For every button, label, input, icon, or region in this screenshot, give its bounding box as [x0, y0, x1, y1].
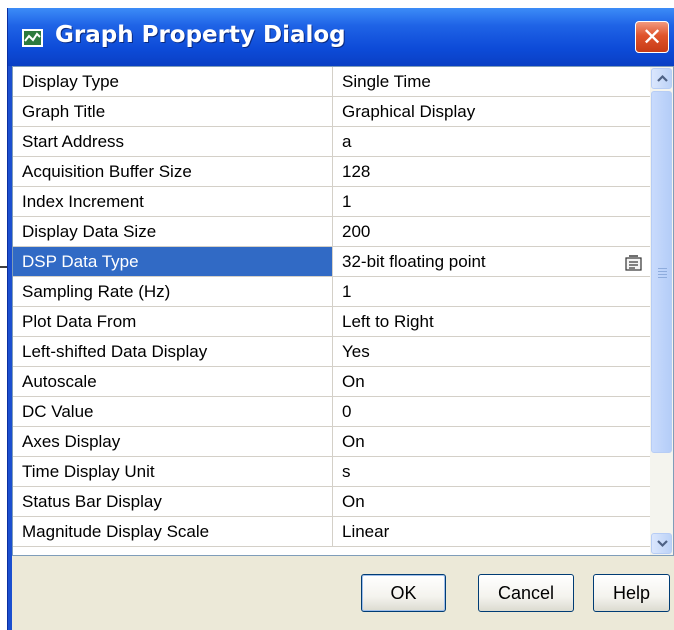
property-name[interactable]: DSP Data Type — [13, 247, 333, 276]
property-row[interactable]: Plot Data From Left to Right — [13, 307, 650, 337]
property-value[interactable]: 1 — [333, 277, 650, 306]
background-mark — [0, 266, 7, 268]
property-name[interactable]: Display Data Size — [13, 217, 333, 246]
property-row[interactable]: Start Address a — [13, 127, 650, 157]
property-row[interactable]: Left-shifted Data Display Yes — [13, 337, 650, 367]
property-value[interactable]: 1 — [333, 187, 650, 216]
property-grid: Display Type Single Time Graph Title Graphi… — [12, 66, 674, 556]
close-button[interactable]: ✕ — [635, 21, 669, 53]
property-name[interactable]: Acquisition Buffer Size — [13, 157, 333, 186]
property-name[interactable]: Axes Display — [13, 427, 333, 456]
property-row[interactable]: Sampling Rate (Hz) 1 — [13, 277, 650, 307]
property-name[interactable]: Sampling Rate (Hz) — [13, 277, 333, 306]
property-value[interactable]: Linear — [333, 517, 650, 546]
title-bar[interactable]: Graph Property Dialog ✕ — [8, 8, 674, 66]
close-icon: ✕ — [641, 23, 663, 51]
window-title: Graph Property Dialog — [55, 22, 346, 48]
property-value[interactable]: Left to Right — [333, 307, 650, 336]
property-value[interactable]: On — [333, 427, 650, 456]
property-row[interactable]: Time Display Unit s — [13, 457, 650, 487]
property-name[interactable]: Left-shifted Data Display — [13, 337, 333, 366]
property-value[interactable]: Yes — [333, 337, 650, 366]
cancel-button[interactable]: Cancel — [478, 574, 574, 612]
help-button[interactable]: Help — [593, 574, 670, 612]
graph-app-icon — [22, 29, 43, 47]
property-row[interactable]: Status Bar Display On — [13, 487, 650, 517]
property-list: Display Type Single Time Graph Title Graphi… — [13, 67, 650, 547]
property-value[interactable]: 32-bit floating point — [333, 247, 650, 276]
property-name[interactable]: DC Value — [13, 397, 333, 426]
property-value[interactable]: 200 — [333, 217, 650, 246]
property-name[interactable]: Index Increment — [13, 187, 333, 216]
scroll-up-button[interactable] — [651, 68, 672, 89]
graph-property-dialog: Graph Property Dialog ✕ Display Type Sing… — [7, 8, 674, 630]
property-value[interactable]: a — [333, 127, 650, 156]
scroll-down-button[interactable] — [651, 533, 672, 554]
property-row[interactable]: DSP Data Type 32-bit floating point — [13, 247, 650, 277]
property-name[interactable]: Graph Title — [13, 97, 333, 126]
property-row[interactable]: Display Type Single Time — [13, 67, 650, 97]
property-row[interactable]: Magnitude Display Scale Linear — [13, 517, 650, 547]
property-name[interactable]: Start Address — [13, 127, 333, 156]
property-value[interactable]: s — [333, 457, 650, 486]
property-name[interactable]: Autoscale — [13, 367, 333, 396]
property-row[interactable]: Graph Title Graphical Display — [13, 97, 650, 127]
vertical-scrollbar[interactable] — [650, 67, 673, 555]
scroll-thumb[interactable] — [651, 91, 672, 453]
property-name[interactable]: Magnitude Display Scale — [13, 517, 333, 546]
property-row[interactable]: Axes Display On — [13, 427, 650, 457]
property-value[interactable]: 0 — [333, 397, 650, 426]
property-row[interactable]: Index Increment 1 — [13, 187, 650, 217]
property-row[interactable]: Autoscale On — [13, 367, 650, 397]
property-value[interactable]: On — [333, 367, 650, 396]
property-name[interactable]: Time Display Unit — [13, 457, 333, 486]
property-row[interactable]: Display Data Size 200 — [13, 217, 650, 247]
dialog-client-area: Display Type Single Time Graph Title Graphi… — [12, 66, 674, 630]
property-name[interactable]: Display Type — [13, 67, 333, 96]
property-row[interactable]: Acquisition Buffer Size 128 — [13, 157, 650, 187]
property-value[interactable]: 128 — [333, 157, 650, 186]
property-value[interactable]: On — [333, 487, 650, 516]
property-name[interactable]: Plot Data From — [13, 307, 333, 336]
chevron-up-icon — [657, 74, 668, 82]
property-value[interactable]: Single Time — [333, 67, 650, 96]
chevron-down-icon — [657, 540, 668, 548]
property-name[interactable]: Status Bar Display — [13, 487, 333, 516]
dropdown-list-icon[interactable] — [624, 252, 644, 271]
property-value[interactable]: Graphical Display — [333, 97, 650, 126]
property-row[interactable]: DC Value 0 — [13, 397, 650, 427]
ok-button[interactable]: OK — [361, 574, 446, 612]
